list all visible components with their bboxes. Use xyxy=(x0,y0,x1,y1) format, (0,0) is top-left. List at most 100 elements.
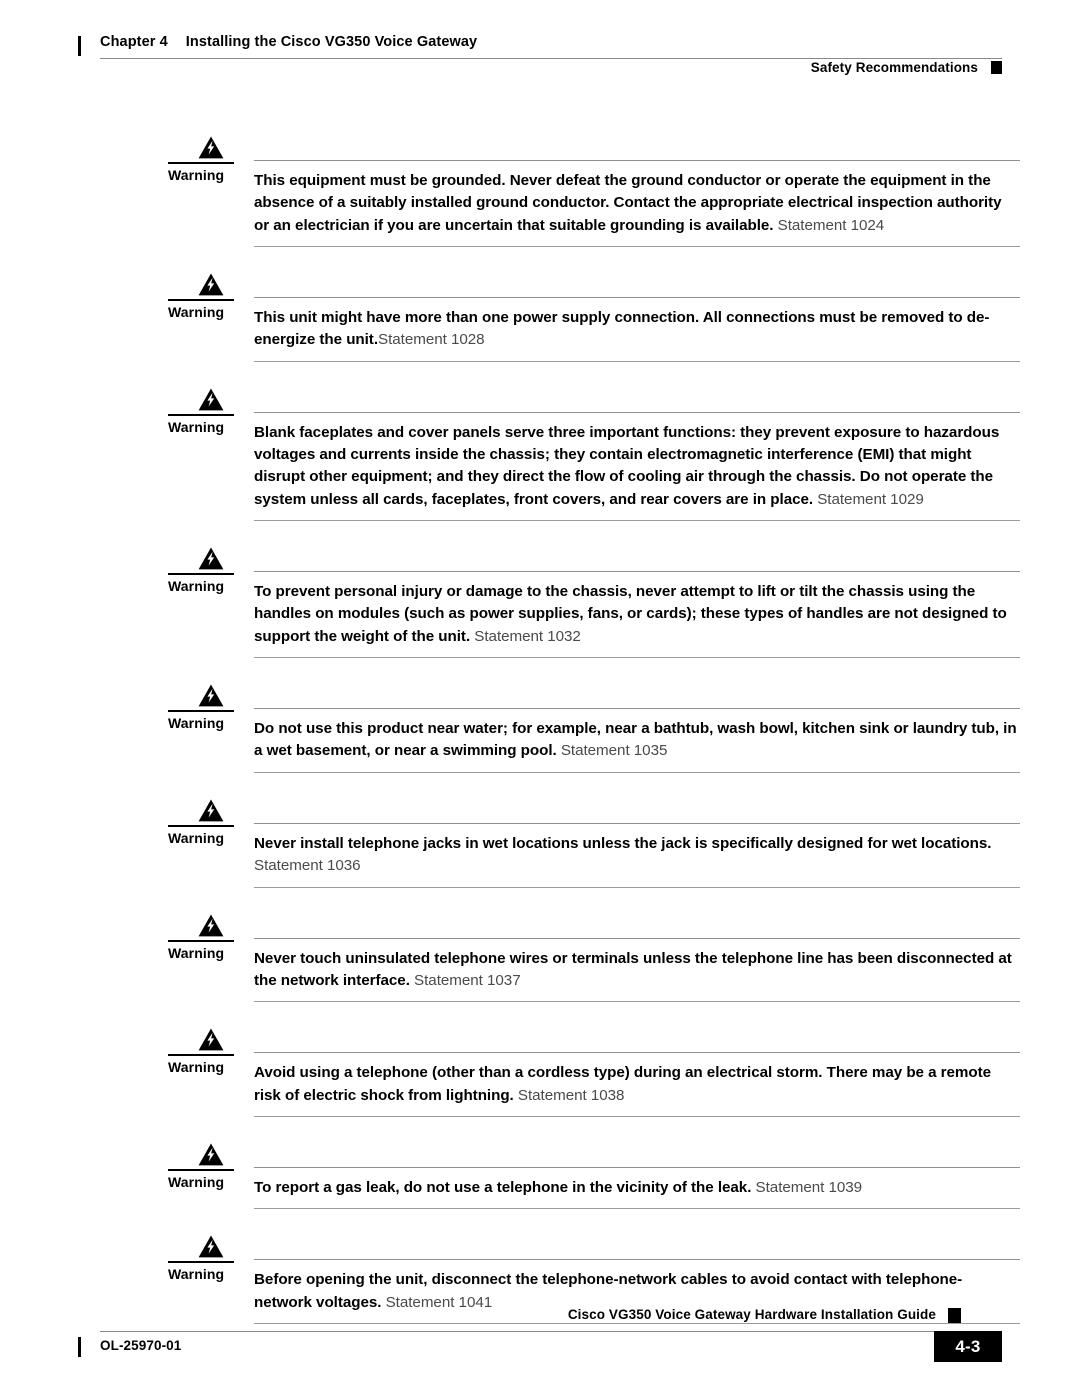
warning-text: To prevent personal injury or damage to … xyxy=(254,581,1020,648)
warning-rule-bottom xyxy=(254,1115,1020,1117)
warning-body-text: Never touch uninsulated telephone wires … xyxy=(254,949,1012,989)
warning-block: Warning Never install telephone jacks in … xyxy=(168,795,1020,888)
warning-rule-top xyxy=(254,937,1020,939)
warning-lightning-triangle-icon xyxy=(168,273,254,296)
warning-body-text: This unit might have more than one power… xyxy=(254,309,990,349)
warning-rule-top xyxy=(254,297,1020,299)
warning-text-column: Blank faceplates and cover panels serve … xyxy=(254,384,1020,522)
header-section-title: Safety Recommendations xyxy=(810,60,978,75)
warning-lightning-triangle-icon xyxy=(168,1143,254,1166)
warning-label-rule xyxy=(168,939,234,942)
warning-label-column: Warning xyxy=(168,1024,254,1075)
footer-rule xyxy=(100,1331,980,1332)
warning-label-column: Warning xyxy=(168,132,254,183)
warning-rule-bottom xyxy=(254,1208,1020,1210)
warning-block: Warning To report a gas leak, do not use … xyxy=(168,1139,1020,1210)
warning-text-column: Never touch uninsulated telephone wires … xyxy=(254,910,1020,1003)
warning-rule-bottom xyxy=(254,657,1020,659)
footer-document-title: Cisco VG350 Voice Gateway Hardware Insta… xyxy=(567,1307,936,1322)
warning-block: Warning Avoid using a telephone (other th… xyxy=(168,1024,1020,1117)
warning-rule-bottom xyxy=(254,246,1020,248)
warning-rule-top xyxy=(254,1259,1020,1261)
warning-body-text: To report a gas leak, do not use a telep… xyxy=(254,1178,752,1196)
warning-rule-top xyxy=(254,822,1020,824)
header-section-line: Safety Recommendations xyxy=(811,60,1002,75)
warning-lightning-triangle-icon xyxy=(168,1028,254,1051)
warning-rule-top xyxy=(254,411,1020,413)
header-rule xyxy=(100,58,1002,59)
footer-marker-square-icon xyxy=(948,1308,961,1323)
warning-text: Blank faceplates and cover panels serve … xyxy=(254,422,1020,511)
warning-label-column: Warning xyxy=(168,384,254,435)
document-page: Chapter 4 Installing the Cisco VG350 Voic… xyxy=(0,0,1080,1397)
warning-statement-number: Statement 1035 xyxy=(556,742,668,760)
warning-rule-bottom xyxy=(254,1001,1020,1003)
footer-document-id: OL-25970-01 xyxy=(100,1338,182,1353)
page-header: Chapter 4 Installing the Cisco VG350 Voic… xyxy=(78,34,1002,75)
warning-body-text: Never install telephone jacks in wet loc… xyxy=(254,834,992,852)
warning-block: Warning To prevent personal injury or dam… xyxy=(168,543,1020,659)
warning-list: Warning This equipment must be grounded. … xyxy=(168,132,1020,1346)
warning-label: Warning xyxy=(168,578,225,595)
warning-label: Warning xyxy=(168,304,225,321)
warning-block: Warning Blank faceplates and cover panels… xyxy=(168,384,1020,522)
warning-label-rule xyxy=(168,573,234,576)
warning-statement-number: Statement 1036 xyxy=(254,857,361,875)
warning-text-column: Avoid using a telephone (other than a co… xyxy=(254,1024,1020,1117)
page-footer: Cisco VG350 Voice Gateway Hardware Insta… xyxy=(78,1307,1002,1377)
warning-label-rule xyxy=(168,824,234,827)
warning-text-column: To prevent personal injury or damage to … xyxy=(254,543,1020,659)
warning-text-column: Never install telephone jacks in wet loc… xyxy=(254,795,1020,888)
warning-rule-bottom xyxy=(254,886,1020,888)
warning-lightning-triangle-icon xyxy=(168,547,254,570)
header-chapter-label: Chapter 4 xyxy=(100,34,168,50)
footer-page-number: 4-3 xyxy=(934,1331,1002,1362)
warning-label-rule xyxy=(168,1261,234,1264)
warning-label-column: Warning xyxy=(168,269,254,320)
warning-lightning-triangle-icon xyxy=(168,136,254,159)
warning-label-rule xyxy=(168,299,234,302)
warning-text-column: To report a gas leak, do not use a telep… xyxy=(254,1139,1020,1210)
warning-text: This equipment must be grounded. Never d… xyxy=(254,170,1020,237)
warning-label-column: Warning xyxy=(168,910,254,961)
warning-statement-number: Statement 1028 xyxy=(378,331,485,349)
header-chapter-line: Chapter 4 Installing the Cisco VG350 Voic… xyxy=(100,34,477,50)
warning-statement-number: Statement 1029 xyxy=(813,490,924,508)
warning-lightning-triangle-icon xyxy=(168,799,254,822)
warning-label-column: Warning xyxy=(168,680,254,731)
warning-statement-number: Statement 1039 xyxy=(751,1178,863,1196)
warning-text-column: Do not use this product near water; for … xyxy=(254,680,1020,773)
warning-label-column: Warning xyxy=(168,543,254,594)
warning-text-column: This equipment must be grounded. Never d… xyxy=(254,132,1020,248)
warning-rule-top xyxy=(254,1166,1020,1168)
warning-label: Warning xyxy=(168,1173,225,1190)
warning-body-text: This equipment must be grounded. Never d… xyxy=(254,172,1002,234)
warning-lightning-triangle-icon xyxy=(168,914,254,937)
header-marker-square-icon xyxy=(991,61,1002,74)
warning-label-rule xyxy=(168,1168,234,1171)
warning-rule-top xyxy=(254,571,1020,573)
warning-statement-number: Statement 1037 xyxy=(409,971,521,989)
warning-statement-number: Statement 1038 xyxy=(513,1086,625,1104)
warning-rule-bottom xyxy=(254,771,1020,773)
footer-left-tick-mark xyxy=(78,1337,81,1357)
warning-rule-bottom xyxy=(254,520,1020,522)
warning-label: Warning xyxy=(168,1266,225,1283)
warning-body-text: To prevent personal injury or damage to … xyxy=(254,583,1007,645)
warning-rule-top xyxy=(254,160,1020,161)
warning-label-column: Warning xyxy=(168,795,254,846)
warning-text: This unit might have more than one power… xyxy=(254,307,1020,352)
warning-text: Avoid using a telephone (other than a co… xyxy=(254,1062,1020,1107)
warning-lightning-triangle-icon xyxy=(168,1235,254,1258)
warning-text: To report a gas leak, do not use a telep… xyxy=(254,1177,1020,1199)
warning-label-column: Warning xyxy=(168,1139,254,1190)
warning-block: Warning Never touch uninsulated telephone… xyxy=(168,910,1020,1003)
warning-lightning-triangle-icon xyxy=(168,684,254,707)
warning-block: Warning This equipment must be grounded. … xyxy=(168,132,1020,248)
warning-label-rule xyxy=(168,413,234,416)
warning-rule-top xyxy=(254,708,1020,710)
header-chapter-title: Installing the Cisco VG350 Voice Gateway xyxy=(185,34,478,50)
warning-lightning-triangle-icon xyxy=(168,388,254,411)
warning-rule-top xyxy=(254,1052,1020,1054)
warning-label: Warning xyxy=(168,944,225,961)
